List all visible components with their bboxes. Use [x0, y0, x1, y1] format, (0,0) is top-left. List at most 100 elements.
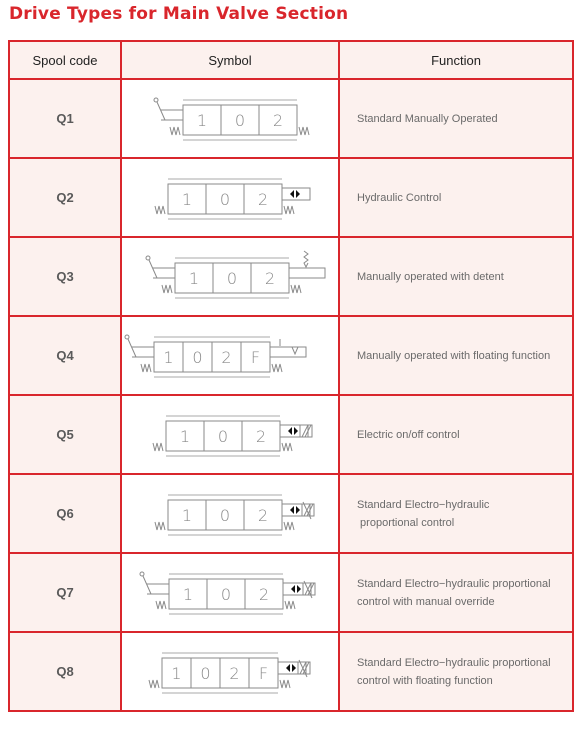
header-function: Function — [338, 40, 574, 80]
position-label: 0 — [227, 269, 237, 288]
valve-symbol-cell: 1 0 2 — [120, 394, 340, 475]
arrow-right-icon — [297, 584, 301, 593]
function-line: Standard Electro−hydraulic — [357, 498, 490, 511]
valve-symbol-cell: 102 F — [120, 315, 340, 396]
spool-code: Q6 — [8, 473, 122, 554]
arrow-right-icon — [294, 426, 298, 435]
position-label: 2 — [259, 585, 269, 604]
spool-code: Q2 — [8, 157, 122, 238]
position-label: 2 — [258, 190, 268, 209]
spring-icon — [154, 205, 166, 214]
arrow-left-icon — [288, 426, 292, 435]
function-description: Manually operated with detent — [338, 236, 574, 317]
spring-icon — [284, 600, 296, 609]
position-label: F — [259, 664, 268, 683]
position-label: 0 — [221, 585, 231, 604]
lever-icon — [156, 101, 166, 120]
position-label: 0 — [192, 348, 202, 367]
valve-symbol-cell: 102 F — [120, 631, 340, 712]
position-label: 1 — [182, 190, 192, 209]
table-row: Q6 1 0 2 Standard Electro−hydraulic proporti… — [8, 473, 574, 554]
spring-icon — [279, 679, 291, 688]
position-label: 0 — [200, 664, 210, 683]
position-label: 1 — [197, 111, 207, 130]
spring-icon — [169, 126, 181, 135]
arrow-left-icon — [290, 505, 294, 514]
table-row: Q3 1 0 2 Manually operated with detent — [8, 236, 574, 317]
valve-symbol: 102 F — [124, 334, 307, 377]
position-label: 1 — [183, 585, 193, 604]
table-row: Q4 1 0 2 F Manually operated with floating fu… — [8, 315, 574, 396]
function-description: Standard Electro−hydraulic proportional … — [338, 473, 574, 554]
function-description: Standard Electro−hydraulic proportional c… — [338, 631, 574, 712]
arrow-left-icon — [291, 584, 295, 593]
valve-symbol: 1 0 2 — [152, 415, 313, 456]
valve-symbol: 1 0 2 — [145, 250, 326, 298]
spring-icon — [283, 521, 295, 530]
detent-rod — [288, 267, 326, 278]
valve-symbol: 1 0 2 — [154, 494, 315, 535]
lever-icon — [142, 575, 152, 594]
function-description: Manually operated with floating function — [338, 315, 574, 396]
spring-icon — [281, 442, 293, 451]
spring-icon — [155, 600, 167, 609]
solenoid-hatch — [301, 424, 309, 437]
position-label: 1 — [182, 506, 192, 525]
table-row: Q8 1 0 2 F Standard Electro−hydraulic proport… — [8, 631, 574, 712]
function-line: Standard Electro−hydraulic proportional — [357, 656, 551, 669]
arrow-right-icon — [292, 663, 296, 672]
valve-symbol: 1 0 2 — [154, 178, 311, 219]
valve-symbol: 1 0 2 — [139, 571, 316, 614]
spool-code: Q4 — [8, 315, 122, 396]
spring-icon — [283, 205, 295, 214]
lever-knob — [153, 97, 159, 102]
header-symbol: Symbol — [120, 40, 340, 80]
lever-knob — [145, 255, 151, 260]
function-description: Standard Manually Operated — [338, 78, 574, 159]
function-line: Standard Electro−hydraulic proportional — [357, 577, 551, 590]
table-row: Q5 1 0 2 Electric on/off control — [8, 394, 574, 475]
arrow-left-icon — [286, 663, 290, 672]
position-label: 1 — [180, 427, 190, 446]
spring-icon — [148, 679, 160, 688]
detent-icon — [291, 346, 299, 355]
valve-symbol: 1 0 2 — [153, 97, 310, 140]
spring-icon — [140, 363, 152, 372]
valve-symbol-cell: 1 0 2 — [120, 552, 340, 633]
table-row: Q1 1 0 2 Standard Manually Operated — [8, 78, 574, 159]
spool-code: Q1 — [8, 78, 122, 159]
lever-icon — [148, 259, 158, 278]
position-label: 0 — [220, 190, 230, 209]
arrow-right-icon — [296, 505, 300, 514]
position-label: 1 — [189, 269, 199, 288]
position-label: 0 — [220, 506, 230, 525]
position-label: 2 — [273, 111, 283, 130]
spool-code: Q3 — [8, 236, 122, 317]
lever-knob — [124, 334, 130, 339]
valve-symbol-cell: 1 0 2 — [120, 236, 340, 317]
spring-icon — [290, 284, 302, 293]
function-description: Electric on/off control — [338, 394, 574, 475]
position-label: 1 — [171, 664, 181, 683]
arrow-right-icon — [296, 189, 300, 198]
spool-code: Q5 — [8, 394, 122, 475]
lever-knob — [139, 571, 145, 576]
position-label: 2 — [229, 664, 239, 683]
header-spool-code: Spool code — [8, 40, 122, 80]
table-header-row: Spool code Symbol Function — [8, 40, 574, 80]
spring-icon — [161, 284, 173, 293]
spring-icon — [271, 363, 283, 372]
function-description: Hydraulic Control — [338, 157, 574, 238]
lever-icon — [127, 338, 137, 357]
position-label: 0 — [218, 427, 228, 446]
detent-rod — [269, 346, 307, 357]
valve-symbol-cell: 1 0 2 — [120, 78, 340, 159]
position-label: 2 — [256, 427, 266, 446]
position-label: 2 — [265, 269, 275, 288]
position-label: 2 — [221, 348, 231, 367]
valve-symbol-cell: 1 0 2 — [120, 157, 340, 238]
position-label: 0 — [235, 111, 245, 130]
valve-symbol: 102 F — [148, 652, 311, 693]
detent-icon — [303, 250, 309, 268]
spring-icon — [298, 126, 310, 135]
